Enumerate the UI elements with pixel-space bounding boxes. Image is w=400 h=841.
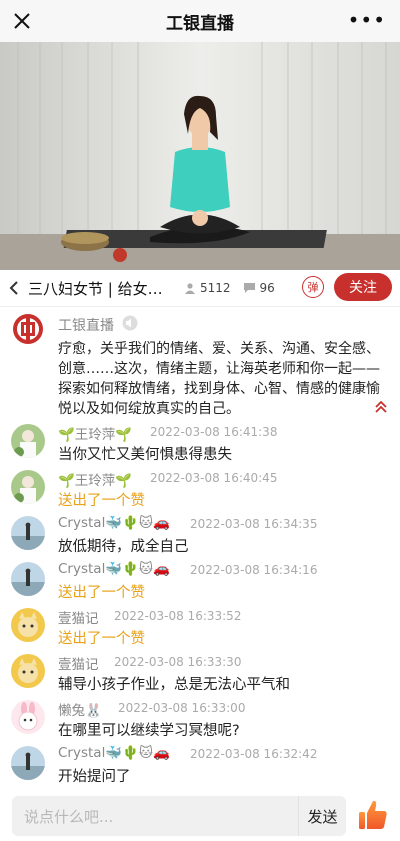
username: 壹猫记 <box>58 657 99 673</box>
timestamp: 2022-03-08 16:41:38 <box>150 425 278 439</box>
comment-count: 96 <box>243 281 275 295</box>
message-text: 送出了一个赞 <box>58 493 145 509</box>
chat-message: 🌱王玲萍🌱 2022-03-08 16:41:38 当你又忙又美何惧患得患失 <box>0 419 400 465</box>
chat-message: 🌱王玲萍🌱 2022-03-08 16:40:45 送出了一个赞 <box>0 465 400 511</box>
message-text: 开始提问了 <box>58 769 131 785</box>
person-icon <box>185 283 195 294</box>
avatar[interactable] <box>11 516 45 550</box>
live-video[interactable] <box>0 42 400 270</box>
close-icon[interactable] <box>10 9 34 33</box>
avatar[interactable] <box>11 470 45 504</box>
message-text: 送出了一个赞 <box>58 585 145 601</box>
follow-button[interactable]: 关注 <box>334 273 392 301</box>
danmu-toggle[interactable]: 弹 <box>302 276 324 298</box>
chat-message: 壹猫记 2022-03-08 16:33:52 送出了一个赞 <box>0 603 400 649</box>
chat-list[interactable]: 工银直播 疗愈，关乎我们的情绪、爱、关系、沟通、安全感、创意……这次，情绪主题，… <box>0 307 400 790</box>
username: 壹猫记 <box>58 611 99 627</box>
message-text: 放低期待，成全自己 <box>58 539 189 555</box>
timestamp: 2022-03-08 16:40:45 <box>150 471 278 485</box>
username: 懒兔🐰 <box>58 703 102 719</box>
timestamp: 2022-03-08 16:33:00 <box>118 701 246 715</box>
timestamp: 2022-03-08 16:34:35 <box>190 517 318 531</box>
avatar[interactable] <box>11 424 45 458</box>
username: 🌱王玲萍🌱 <box>58 427 133 443</box>
comment-count-value: 96 <box>259 281 275 295</box>
timestamp: 2022-03-08 16:34:16 <box>190 563 318 577</box>
avatar[interactable] <box>11 700 45 734</box>
thumbs-up-icon[interactable] <box>358 798 388 832</box>
timestamp: 2022-03-08 16:33:52 <box>114 609 242 623</box>
composer-bar: 说点什么吧... 发送 <box>0 790 400 841</box>
message-text: 在哪里可以继续学习冥想呢? <box>58 723 240 739</box>
send-button[interactable]: 发送 <box>298 796 346 836</box>
message-text: 当你又忙又美何惧患得患失 <box>58 447 232 463</box>
icbc-logo <box>13 314 43 344</box>
stream-title: 三八妇女节 | 给女… <box>28 279 163 298</box>
username: Crystal🐳🌵🐱🚗 <box>58 561 170 577</box>
back-icon[interactable] <box>0 270 28 306</box>
chat-message: Crystal🐳🌵🐱🚗 2022-03-08 16:34:35 放低期待，成全自… <box>0 511 400 557</box>
chat-message: Crystal🐳🌵🐱🚗 2022-03-08 16:32:42 开始提问了 <box>0 741 400 787</box>
chat-message: Crystal🐳🌵🐱🚗 2022-03-08 16:34:16 送出了一个赞 <box>0 557 400 603</box>
host-message: 工银直播 疗愈，关乎我们的情绪、爱、关系、沟通、安全感、创意……这次，情绪主题，… <box>0 307 400 419</box>
message-text: 辅导小孩子作业，总是无法心平气和 <box>58 677 290 693</box>
collapse-icon[interactable] <box>374 400 388 414</box>
username: Crystal🐳🌵🐱🚗 <box>58 515 170 531</box>
message-text: 送出了一个赞 <box>58 631 145 647</box>
speaker-icon[interactable] <box>122 315 138 331</box>
username: Crystal🐳🌵🐱🚗 <box>58 745 170 761</box>
avatar[interactable] <box>11 608 45 642</box>
more-icon[interactable]: ••• <box>348 8 386 32</box>
comment-input[interactable]: 说点什么吧... <box>12 796 298 836</box>
host-name: 工银直播 <box>58 318 114 334</box>
viewer-count: 5112 <box>184 281 231 295</box>
timestamp: 2022-03-08 16:33:30 <box>114 655 242 669</box>
avatar[interactable] <box>11 562 45 596</box>
host-intro: 疗愈，关乎我们的情绪、爱、关系、沟通、安全感、创意……这次，情绪主题，让海英老师… <box>58 341 380 417</box>
chat-message: 壹猫记 2022-03-08 16:33:30 辅导小孩子作业，总是无法心平气和 <box>0 649 400 695</box>
top-bar: 工银直播 ••• <box>0 0 400 42</box>
avatar[interactable] <box>11 746 45 780</box>
chat-message: 懒兔🐰 2022-03-08 16:33:00 在哪里可以继续学习冥想呢? <box>0 695 400 741</box>
viewer-count-value: 5112 <box>200 281 231 295</box>
avatar[interactable] <box>11 654 45 688</box>
username: 🌱王玲萍🌱 <box>58 473 133 489</box>
comment-icon <box>243 283 255 293</box>
timestamp: 2022-03-08 16:32:42 <box>190 747 318 761</box>
page-title: 工银直播 <box>166 13 234 34</box>
